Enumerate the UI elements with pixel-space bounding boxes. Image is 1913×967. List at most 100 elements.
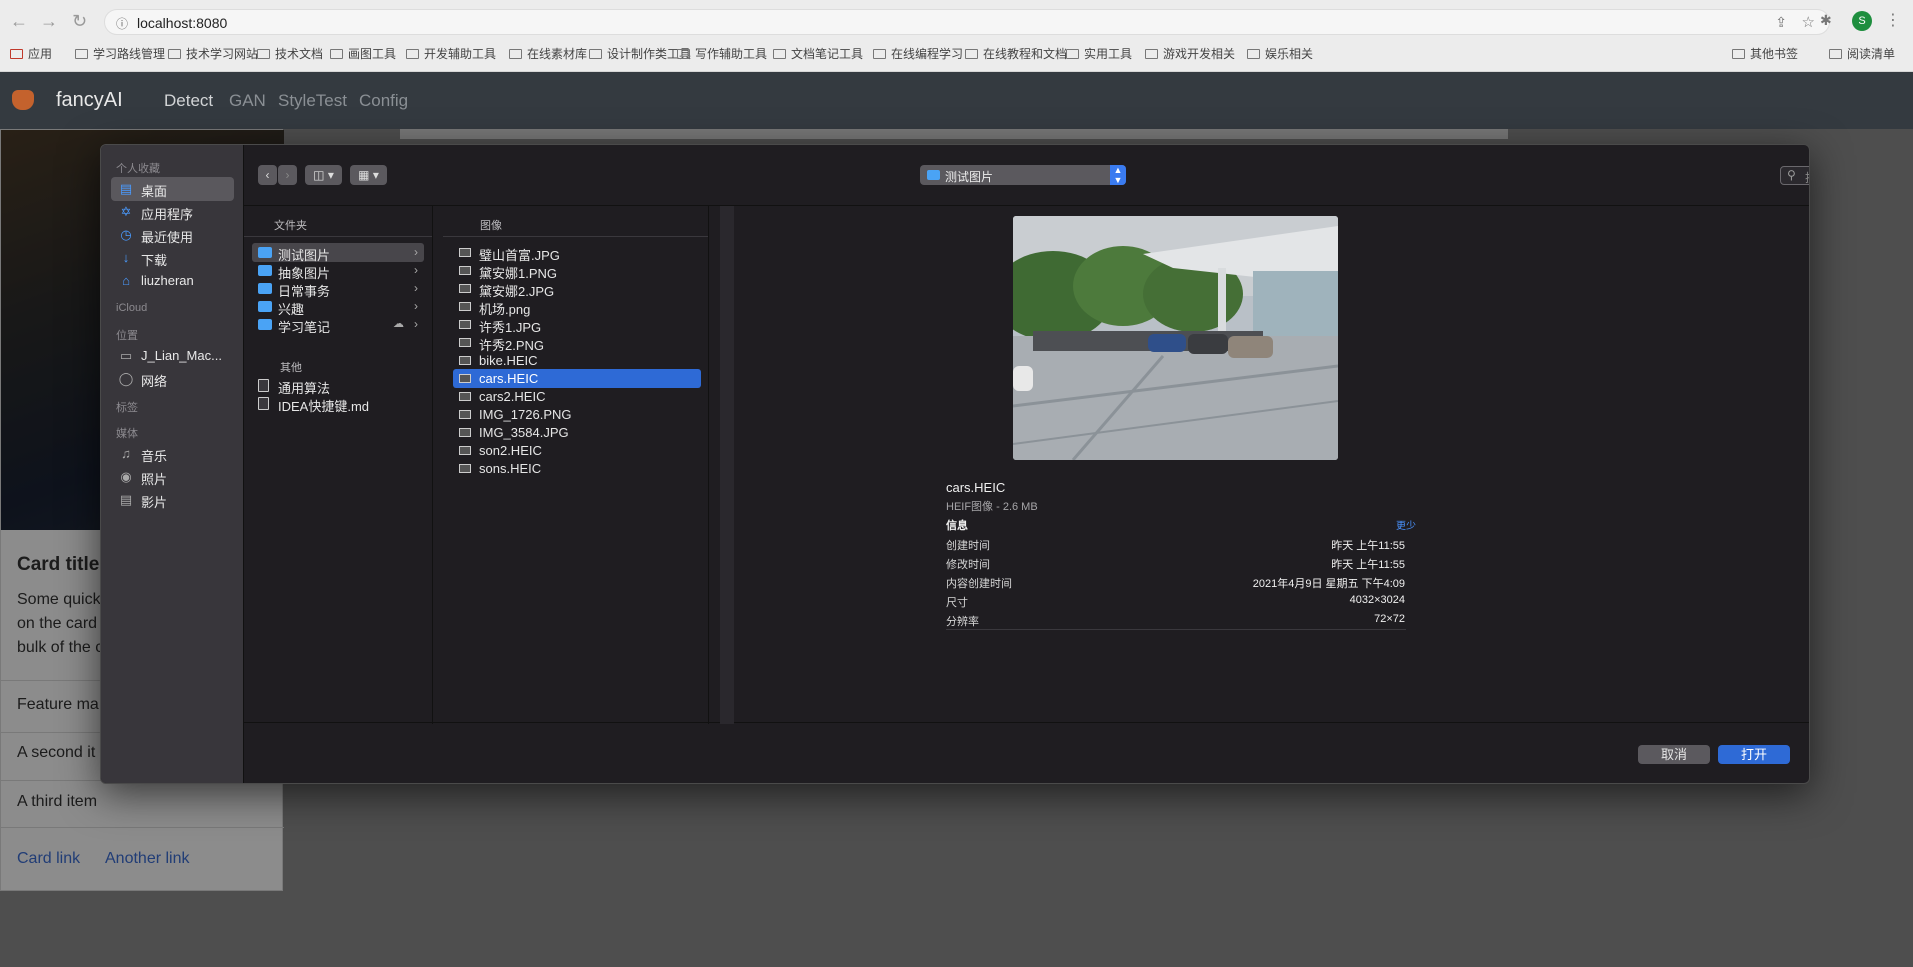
file-row[interactable]: 璧山首富.JPG — [453, 243, 701, 263]
nav-detect[interactable]: Detect — [164, 91, 213, 111]
bookmark-folder[interactable]: 在线素材库 — [509, 45, 587, 62]
resize-handle[interactable] — [720, 206, 734, 724]
file-row[interactable]: 黛安娜1.PNG — [453, 261, 701, 281]
browser-chrome: ← → ↻ ⓘ localhost:8080 ⇪ ☆ ✱ S ⋮ 应用 学习路线管… — [0, 0, 1913, 72]
address-bar[interactable]: ⓘ localhost:8080 ⇪ ☆ — [104, 9, 1830, 35]
sidebar-item-network[interactable]: ◯ 网络 — [111, 367, 234, 391]
path-select[interactable]: 测试图片 ▲ ▼ — [920, 165, 1126, 185]
bookmark-folder[interactable]: 娱乐相关 — [1247, 45, 1313, 62]
extensions-icon[interactable]: ✱ — [1820, 12, 1832, 29]
bookmark-label: 技术文档 — [275, 47, 324, 61]
folder-icon — [1145, 49, 1158, 59]
info-icon[interactable]: ⓘ — [116, 15, 128, 32]
back-icon[interactable]: ← — [10, 11, 28, 31]
bookmark-folder[interactable]: 开发辅助工具 — [406, 45, 496, 62]
laptop-icon: ▭ — [119, 348, 133, 363]
folder-icon — [258, 283, 272, 294]
folder-icon — [1066, 49, 1079, 59]
forward-button[interactable]: › — [278, 165, 297, 185]
sidebar-item-downloads[interactable]: ↓ 下载 — [111, 246, 234, 270]
bookmark-folder[interactable]: 在线编程学习 — [873, 45, 963, 62]
icloud-download-icon[interactable]: ☁ — [393, 317, 404, 330]
folder-row[interactable]: 日常事务 › — [252, 279, 424, 299]
file-row[interactable]: 许秀1.JPG — [453, 315, 701, 335]
bookmark-folder[interactable]: 写作辅助工具 — [677, 45, 767, 62]
bookmark-folder[interactable]: 设计制作类工具 — [589, 45, 691, 62]
bookmark-label: 在线编程学习 — [891, 47, 964, 61]
bookmark-folder[interactable]: 文档笔记工具 — [773, 45, 863, 62]
app-navbar: fancyAI Detect GAN StyleTest Config — [0, 72, 1913, 129]
search-field[interactable]: ⚲ 搜索 — [1780, 166, 1809, 185]
media-header: 媒体 — [116, 428, 138, 440]
nav-styletest[interactable]: StyleTest — [278, 91, 347, 111]
file-row[interactable]: son2.HEIC — [453, 441, 701, 460]
folder-row[interactable]: 抽象图片 › — [252, 261, 424, 281]
show-less-link[interactable]: 更少 — [1396, 517, 1416, 532]
sidebar-item-music[interactable]: ♫ 音乐 — [111, 442, 234, 466]
divider — [946, 629, 1406, 630]
menu-dots-icon[interactable]: ⋮ — [1885, 10, 1901, 30]
folder-icon — [1732, 49, 1745, 59]
file-row[interactable]: IDEA快捷键.md — [252, 394, 424, 414]
chevron-right-icon: › — [414, 299, 418, 313]
info-key: 内容创建时间 — [946, 578, 1012, 590]
file-row[interactable]: IMG_3584.JPG — [453, 423, 701, 442]
open-button[interactable]: 打开 — [1718, 745, 1790, 764]
file-row[interactable]: 机场.png — [453, 297, 701, 317]
back-button[interactable]: ‹ — [258, 165, 277, 185]
path-select-label: 测试图片 — [945, 170, 994, 184]
bookmark-folder[interactable]: 技术学习网站 — [168, 45, 258, 62]
file-row[interactable]: bike.HEIC — [453, 351, 701, 370]
file-row[interactable]: 黛安娜2.JPG — [453, 279, 701, 299]
folder-row[interactable]: 测试图片 › — [252, 243, 424, 263]
bookmark-folder[interactable]: 学习路线管理 — [75, 45, 165, 62]
forward-icon[interactable]: → — [40, 11, 58, 31]
folder-icon — [509, 49, 522, 59]
file-row[interactable]: IMG_1726.PNG — [453, 405, 701, 424]
bookmark-folder[interactable]: 在线教程和文档 — [965, 45, 1067, 62]
nav-config[interactable]: Config — [359, 91, 408, 111]
bookmark-apps[interactable]: 应用 — [10, 45, 52, 62]
file-row-selected[interactable]: cars.HEIC — [453, 369, 701, 388]
sidebar-item-applications[interactable]: ✡ 应用程序 — [111, 200, 234, 224]
folder-row[interactable]: 学习笔记 ☁ › — [252, 315, 424, 335]
bookmark-label: 实用工具 — [1084, 47, 1133, 61]
folder-icon — [965, 49, 978, 59]
chevron-right-icon: › — [414, 263, 418, 277]
bookmark-other[interactable]: 其他书签 — [1732, 45, 1798, 62]
file-row[interactable]: cars2.HEIC — [453, 387, 701, 406]
bookmark-star-icon[interactable]: ☆ — [1802, 13, 1815, 31]
reading-list[interactable]: 阅读清单 — [1829, 45, 1895, 62]
folder-icon — [258, 247, 272, 258]
avatar[interactable]: S — [1852, 11, 1872, 31]
bookmark-label: 学习路线管理 — [93, 47, 166, 61]
sidebar-item-computer[interactable]: ▭ J_Lian_Mac... — [111, 344, 234, 368]
bookmark-folder[interactable]: 游戏开发相关 — [1145, 45, 1235, 62]
view-mode-button[interactable]: ◫ ▾ — [305, 165, 342, 185]
bookmark-folder[interactable]: 技术文档 — [257, 45, 323, 62]
folder-row[interactable]: 兴趣 › — [252, 297, 424, 317]
info-value: 昨天 上午11:55 — [1331, 559, 1405, 571]
bookmark-folder[interactable]: 画图工具 — [330, 45, 396, 62]
image-file-icon — [459, 356, 471, 365]
file-row[interactable]: 许秀2.PNG — [453, 333, 701, 353]
sidebar-item-movies[interactable]: ▤ 影片 — [111, 488, 234, 512]
cancel-button[interactable]: 取消 — [1638, 745, 1710, 764]
brand[interactable]: fancyAI — [56, 89, 123, 112]
info-value: 2021年4月9日 星期五 下午4:09 — [1252, 578, 1405, 590]
updown-chevron-icon: ▲ ▼ — [1110, 165, 1126, 185]
sidebar-item-photos[interactable]: ◉ 照片 — [111, 465, 234, 489]
info-value: 昨天 上午11:55 — [1331, 540, 1405, 552]
download-icon: ↓ — [122, 250, 130, 265]
nav-gan[interactable]: GAN — [229, 91, 266, 111]
reload-icon[interactable]: ↻ — [72, 11, 87, 31]
sidebar-item-recents[interactable]: ◷ 最近使用 — [111, 223, 234, 247]
bookmark-folder[interactable]: 实用工具 — [1066, 45, 1132, 62]
sidebar-item-desktop[interactable]: ▤ 桌面 — [111, 177, 234, 201]
file-row[interactable]: sons.HEIC — [453, 459, 701, 478]
sidebar-item-home[interactable]: ⌂ liuzheran — [111, 269, 234, 293]
file-row[interactable]: 通用算法 — [252, 376, 424, 396]
group-button[interactable]: ▦ ▾ — [350, 165, 387, 185]
share-icon[interactable]: ⇪ — [1775, 14, 1787, 31]
document-icon — [258, 379, 269, 392]
